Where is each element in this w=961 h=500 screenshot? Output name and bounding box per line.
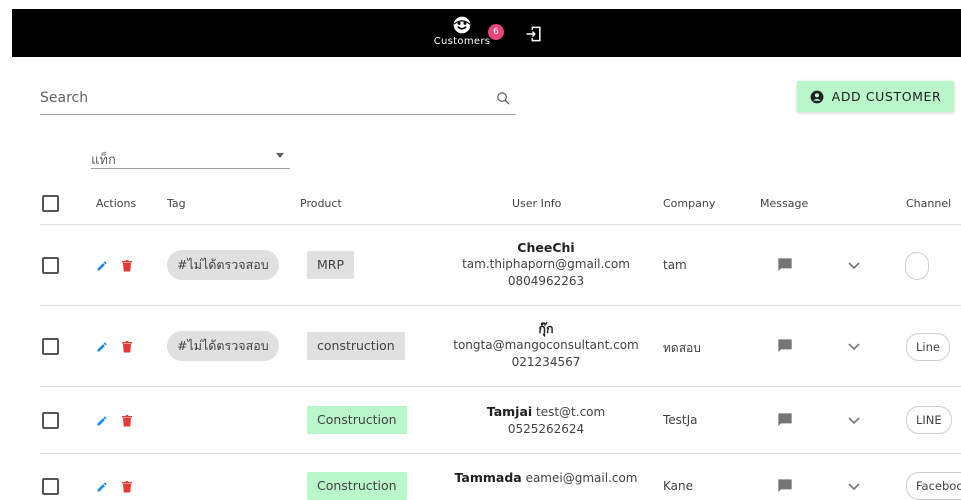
customer-name: Tammada [454, 470, 522, 485]
message-icon[interactable] [776, 257, 794, 273]
row-checkbox[interactable] [42, 412, 59, 429]
customer-email: eamei@gmail.com [525, 471, 638, 485]
customer-phone: 0804962263 [507, 274, 585, 288]
product-chip[interactable]: Construction [307, 472, 407, 500]
window-top-margin [0, 0, 961, 9]
nav-customers-label: Customers [433, 36, 491, 47]
tag-filter-select[interactable]: แท็ก [91, 145, 290, 169]
face-icon [453, 16, 471, 34]
tag-chip[interactable]: #ไม่ได้ตรวจสอบ [167, 331, 279, 361]
channel-chip[interactable]: Line [906, 333, 950, 361]
channel-chip[interactable]: LINE [906, 406, 952, 434]
row-checkbox[interactable] [42, 478, 59, 495]
search-icon[interactable] [495, 90, 512, 107]
add-customer-button[interactable]: ADD CUSTOMER [797, 81, 954, 112]
tag-filter-label: แท็ก [91, 153, 116, 168]
pencil-icon[interactable] [96, 415, 108, 427]
product-chip[interactable]: Construction [307, 406, 407, 434]
customer-email: tam.thiphaporn@gmail.com [462, 257, 630, 271]
logout-icon[interactable] [524, 24, 544, 44]
add-customer-label: ADD CUSTOMER [831, 89, 942, 104]
customer-name: Tamjai [486, 404, 533, 419]
customer-name: กุ๊ก [538, 321, 554, 336]
customer-name: CheeChi [517, 240, 575, 255]
chevron-down-icon[interactable] [848, 262, 860, 270]
trash-icon[interactable] [122, 481, 132, 493]
header-user-info: User Info [512, 197, 562, 210]
user-info: CheeChi tam.thiphaporn@gmail.com 0804962… [436, 239, 656, 290]
header-tag: Tag [167, 197, 186, 210]
chevron-down-icon[interactable] [848, 343, 860, 351]
row-divider [40, 453, 961, 454]
company-name: TestJa [663, 413, 698, 427]
tag-chip[interactable]: #ไม่ได้ตรวจสอบ [167, 250, 279, 280]
user-info: Tammada eamei@gmail.com [436, 469, 656, 487]
trash-icon[interactable] [122, 341, 132, 353]
product-chip[interactable]: construction [307, 332, 405, 360]
header-company: Company [663, 197, 716, 210]
trash-icon[interactable] [122, 260, 132, 272]
company-name: ทดสอบ [663, 341, 701, 355]
nav-customers-button[interactable]: Customers [430, 15, 494, 55]
pencil-icon[interactable] [96, 481, 108, 493]
header-actions: Actions [96, 197, 137, 210]
channel-chip[interactable]: Facebook [906, 472, 961, 500]
chevron-down-icon[interactable] [848, 417, 860, 425]
header-product: Product [300, 197, 342, 210]
user-info: Tamjai test@t.com 0525262624 [436, 403, 656, 438]
customer-email: tongta@mangoconsultant.com [453, 338, 639, 352]
header-channel: Channel [906, 197, 952, 210]
channel-chip[interactable] [905, 252, 929, 280]
row-divider [40, 386, 961, 387]
search-input[interactable]: Search [40, 90, 88, 106]
message-icon[interactable] [776, 412, 794, 428]
message-icon[interactable] [776, 478, 794, 494]
header-message: Message [760, 197, 809, 210]
row-checkbox[interactable] [42, 257, 59, 274]
trash-icon[interactable] [122, 415, 132, 427]
search-field[interactable]: Search [40, 85, 516, 115]
product-chip[interactable]: MRP [307, 251, 355, 279]
top-navbar: Customers 6 [12, 9, 961, 57]
row-divider [40, 305, 961, 306]
customer-email: test@t.com [536, 405, 606, 419]
company-name: Kane [663, 479, 693, 493]
pencil-icon[interactable] [96, 341, 108, 353]
account-circle-icon [810, 90, 824, 103]
customers-count-badge: 6 [488, 24, 504, 40]
row-checkbox[interactable] [42, 338, 59, 355]
select-all-checkbox[interactable] [42, 195, 59, 212]
pencil-icon[interactable] [96, 260, 108, 272]
customer-phone: 021234567 [511, 355, 581, 369]
dropdown-arrow-icon [276, 153, 284, 158]
customer-phone: 0525262624 [507, 422, 585, 436]
header-divider [40, 224, 961, 225]
message-icon[interactable] [776, 338, 794, 354]
user-info: กุ๊ก tongta@mangoconsultant.com 02123456… [436, 320, 656, 371]
company-name: tam [663, 258, 687, 272]
